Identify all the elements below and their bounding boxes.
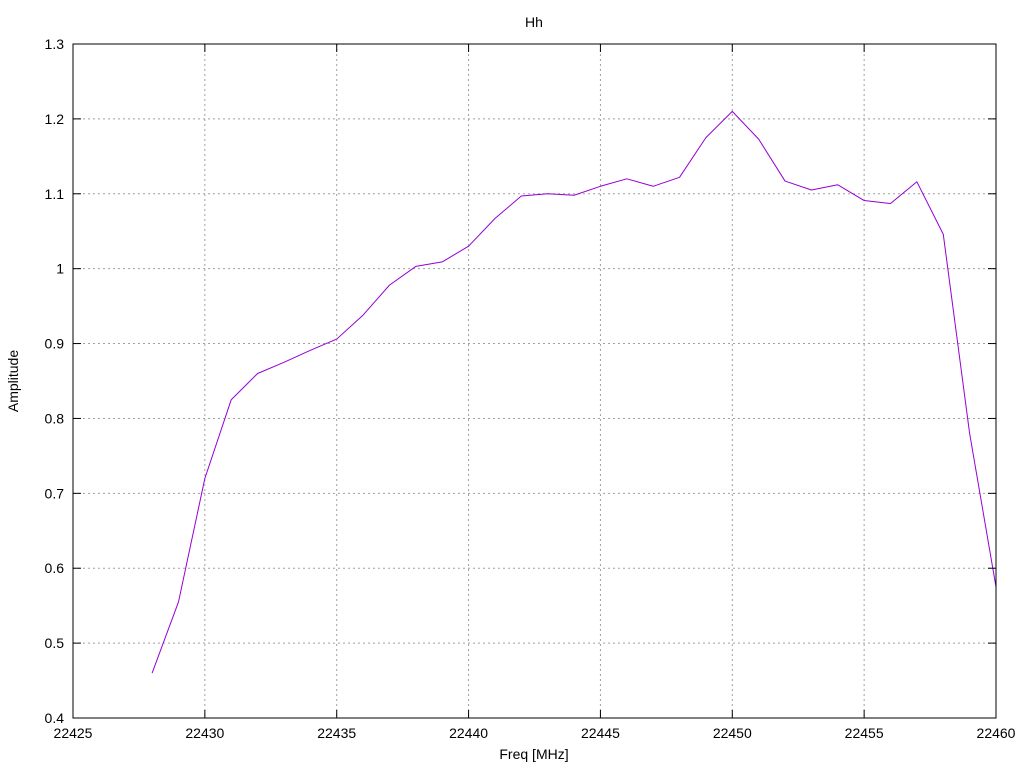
x-tick-label: 22435 <box>317 725 356 741</box>
y-axis-label: Amplitude <box>5 350 21 412</box>
y-tick-label: 1 <box>56 261 64 277</box>
x-tick-label: 22445 <box>581 725 620 741</box>
y-tick-label: 0.6 <box>45 560 65 576</box>
chart-title: Hh <box>525 14 543 30</box>
y-tick-label: 0.4 <box>45 710 65 726</box>
chart-background <box>0 0 1024 768</box>
x-tick-label: 22425 <box>54 725 93 741</box>
y-tick-label: 1.2 <box>45 111 65 127</box>
x-tick-label: 22440 <box>449 725 488 741</box>
x-tick-label: 22430 <box>185 725 224 741</box>
y-tick-label: 1.1 <box>45 186 65 202</box>
y-tick-label: 0.5 <box>45 635 65 651</box>
y-tick-label: 1.3 <box>45 36 65 52</box>
x-tick-label: 22450 <box>713 725 752 741</box>
y-tick-label: 0.7 <box>45 485 65 501</box>
x-axis-label: Freq [MHz] <box>499 746 568 762</box>
y-tick-label: 0.9 <box>45 336 65 352</box>
line-chart: 22425 22430 22435 22440 22445 22450 22455 22460… <box>0 0 1024 768</box>
x-tick-label: 22460 <box>977 725 1016 741</box>
y-tick-label: 0.8 <box>45 410 65 426</box>
x-tick-label: 22455 <box>845 725 884 741</box>
